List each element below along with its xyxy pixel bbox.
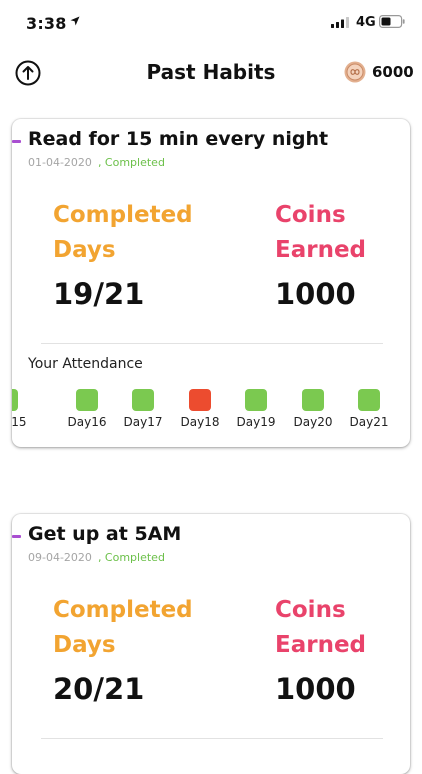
coins-label-line2: Earned xyxy=(275,237,367,263)
coins-label-line1: Coins xyxy=(275,202,346,228)
day-status-square xyxy=(302,389,324,411)
attendance-days[interactable]: Day15 Day16 Day17 Day18 Day19 Day20 Day2… xyxy=(12,389,410,433)
completed-days-value: 20/21 xyxy=(53,672,145,706)
coin-count: 6000 xyxy=(372,63,414,81)
habit-status: , Completed xyxy=(97,551,165,564)
day-label: Day15 xyxy=(12,415,27,429)
status-time: 3:38 xyxy=(26,14,67,33)
day-label: Day16 xyxy=(67,415,107,429)
day-status-square xyxy=(132,389,154,411)
habit-date: 09-04-2020 xyxy=(28,551,92,564)
habit-status: , Completed xyxy=(97,156,165,169)
day-label: Day19 xyxy=(236,415,276,429)
day-status-square xyxy=(189,389,211,411)
coins-earned-value: 1000 xyxy=(275,672,356,706)
day-status-square xyxy=(76,389,98,411)
habit-card[interactable]: Read for 15 min every night 01-04-2020 , … xyxy=(12,119,410,447)
divider xyxy=(41,343,383,344)
attendance-label: Your Attendance xyxy=(28,356,143,372)
divider xyxy=(41,738,383,739)
day-label: Day21 xyxy=(349,415,389,429)
completed-days-label: Completed Days xyxy=(53,198,193,268)
habit-accent-bar xyxy=(12,140,21,143)
day-label: Day18 xyxy=(180,415,220,429)
completed-label-line2: Days xyxy=(53,237,116,263)
completed-label-line2: Days xyxy=(53,632,116,658)
day-status-square xyxy=(245,389,267,411)
location-arrow-icon xyxy=(70,16,80,26)
day-status-square xyxy=(12,389,18,411)
completed-days-value: 19/21 xyxy=(53,277,145,311)
coins-earned-label: Coins Earned xyxy=(275,198,366,268)
day-status-square xyxy=(358,389,380,411)
habit-title: Get up at 5AM xyxy=(28,523,182,545)
completed-label-line1: Completed xyxy=(53,597,193,623)
habit-accent-bar xyxy=(12,535,21,538)
coin-icon xyxy=(344,61,366,83)
battery-icon xyxy=(379,15,405,28)
habit-meta: 09-04-2020 , Completed xyxy=(28,551,165,564)
status-bar: 3:38 4G xyxy=(0,0,422,46)
coins-earned-label: Coins Earned xyxy=(275,593,366,663)
completed-days-label: Completed Days xyxy=(53,593,193,663)
day-label: Day17 xyxy=(123,415,163,429)
habit-meta: 01-04-2020 , Completed xyxy=(28,156,165,169)
signal-icon xyxy=(331,17,349,28)
habit-title: Read for 15 min every night xyxy=(28,128,329,150)
coins-label-line1: Coins xyxy=(275,597,346,623)
coins-earned-value: 1000 xyxy=(275,277,356,311)
day-label: Day20 xyxy=(293,415,333,429)
network-type: 4G xyxy=(356,15,376,30)
completed-label-line1: Completed xyxy=(53,202,193,228)
coin-balance: 6000 xyxy=(344,60,414,84)
nav-header: Past Habits 6000 xyxy=(0,50,422,96)
habit-date: 01-04-2020 xyxy=(28,156,92,169)
coins-label-line2: Earned xyxy=(275,632,367,658)
habit-card[interactable]: Get up at 5AM 09-04-2020 , Completed Comp… xyxy=(12,514,410,774)
